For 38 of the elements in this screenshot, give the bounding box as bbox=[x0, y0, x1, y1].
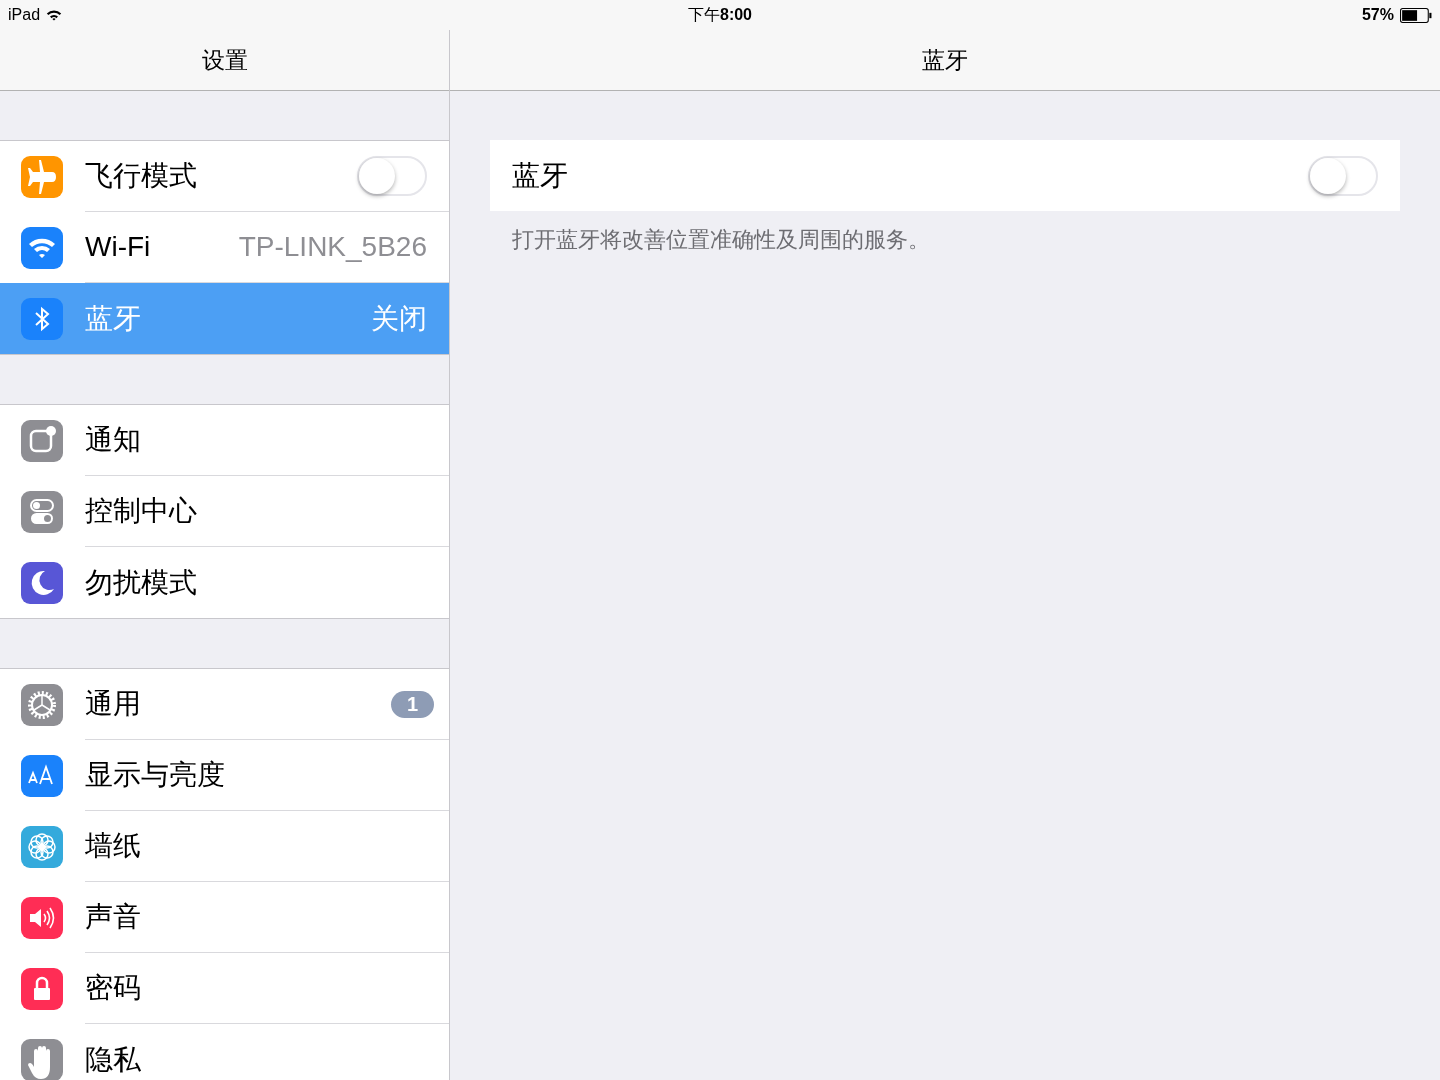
device-name: iPad bbox=[8, 6, 41, 24]
setting-label: Wi-Fi bbox=[85, 231, 151, 263]
setting-label: 通知 bbox=[85, 423, 141, 457]
setting-label: 飞行模式 bbox=[85, 159, 197, 193]
setting-value: 关闭 bbox=[371, 301, 427, 336]
navigation-title: 蓝牙 bbox=[922, 45, 968, 75]
toggle-switch[interactable] bbox=[357, 156, 427, 196]
wifi-icon bbox=[21, 226, 63, 269]
gear-icon bbox=[21, 683, 63, 726]
battery-icon bbox=[1400, 7, 1432, 23]
setting-label: 声音 bbox=[85, 900, 141, 934]
letters-icon bbox=[21, 754, 63, 797]
hand-icon bbox=[21, 1038, 63, 1080]
setting-label: 显示与亮度 bbox=[85, 758, 225, 792]
setting-label: 蓝牙 bbox=[85, 301, 141, 336]
speaker-icon bbox=[21, 896, 63, 939]
footer-note: 打开蓝牙将改善位置准确性及周围的服务。 bbox=[512, 226, 931, 254]
moon-icon bbox=[21, 561, 63, 604]
setting-label: 蓝牙 bbox=[512, 158, 568, 193]
setting-value: TP-LINK_5B26 bbox=[238, 231, 427, 263]
setting-label: 隐私 bbox=[85, 1042, 141, 1077]
setting-label: 通用 bbox=[85, 687, 141, 721]
airplane-icon bbox=[21, 155, 63, 198]
clock-time: 下午8:00 bbox=[688, 4, 752, 25]
wifi-signal-icon bbox=[46, 9, 63, 21]
navigation-title: 设置 bbox=[201, 45, 248, 75]
battery-percent: 57% bbox=[1361, 6, 1394, 24]
notification-badge: 1 bbox=[390, 690, 434, 718]
bluetooth-icon bbox=[21, 297, 63, 340]
setting-label: 墙纸 bbox=[85, 829, 141, 863]
flower-icon bbox=[21, 825, 63, 868]
setting-label: 控制中心 bbox=[85, 494, 197, 528]
toggle-switch[interactable] bbox=[1308, 155, 1378, 196]
toggles-icon bbox=[21, 490, 63, 533]
setting-label: 勿扰模式 bbox=[85, 565, 197, 600]
notifications-icon bbox=[21, 419, 63, 462]
lock-icon bbox=[21, 967, 63, 1010]
setting-label: 密码 bbox=[85, 971, 141, 1005]
